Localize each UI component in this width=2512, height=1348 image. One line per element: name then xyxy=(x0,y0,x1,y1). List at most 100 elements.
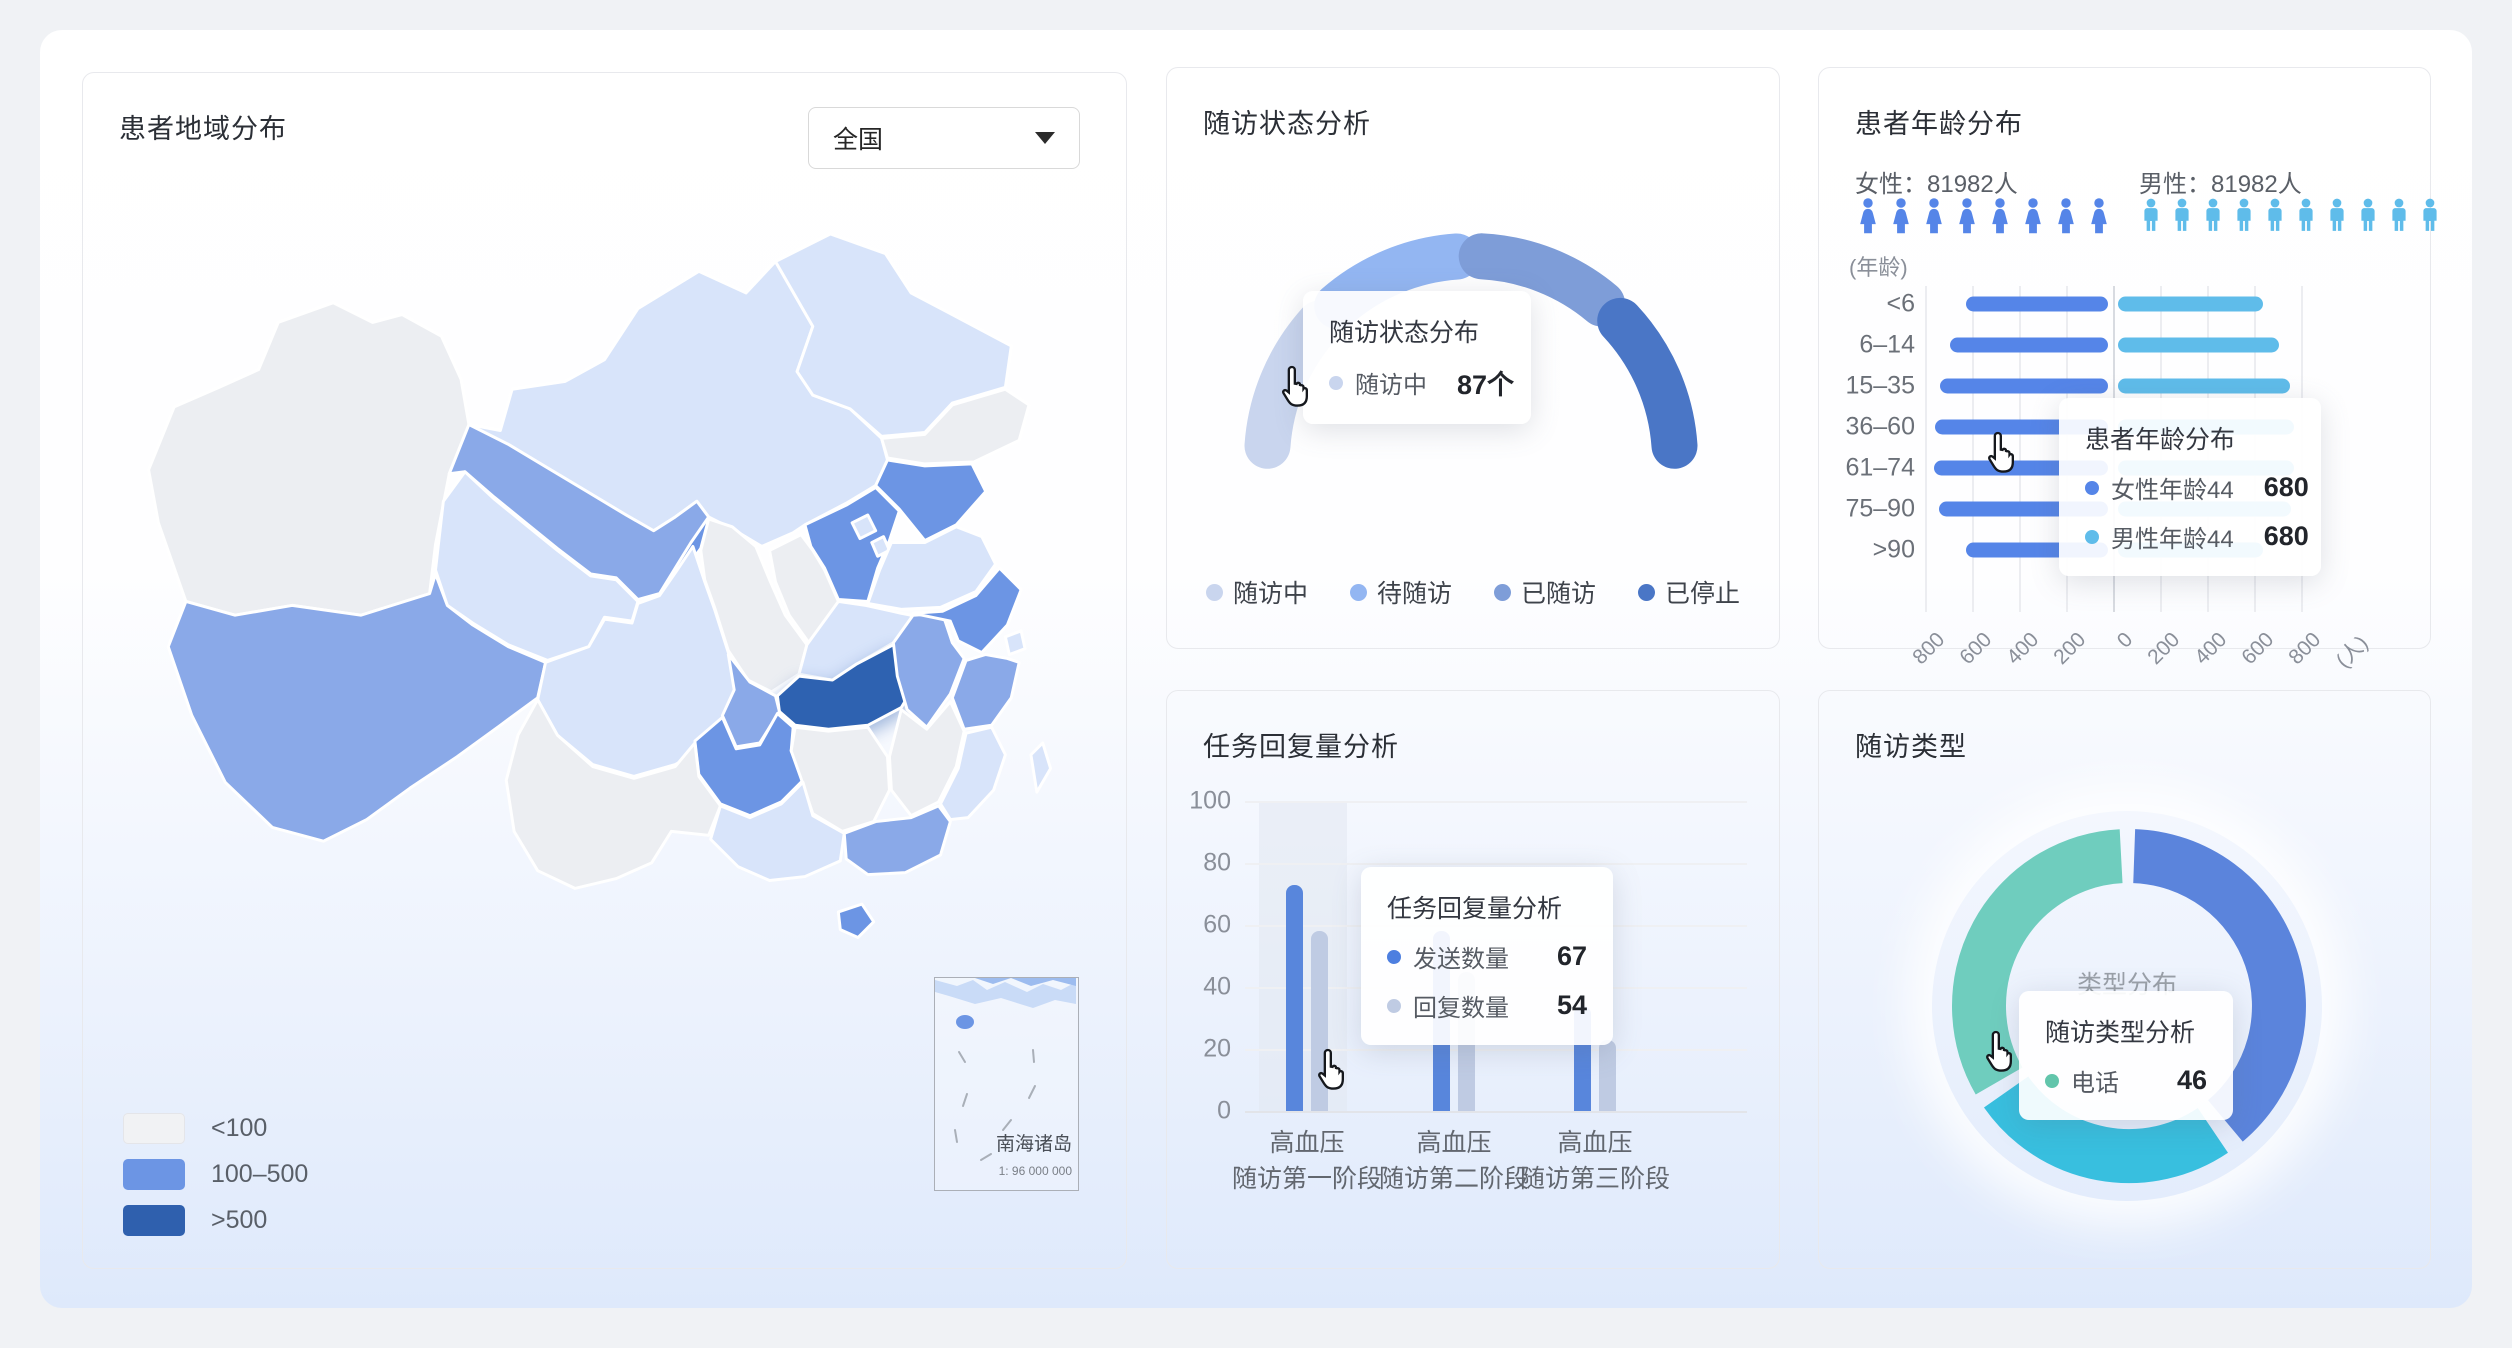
female-age-bar[interactable] xyxy=(1950,338,2108,353)
axis-tick-label: 100 xyxy=(1171,787,1231,816)
series-dot-icon xyxy=(2045,1074,2059,1088)
tooltip-row: 随访中87个 xyxy=(1329,363,1505,402)
inset-map xyxy=(935,978,1076,1188)
axis-tick-label: 0 xyxy=(2113,628,2138,653)
legend-swatch xyxy=(123,1113,185,1144)
male-person-icon xyxy=(2418,198,2442,232)
grid-line xyxy=(1245,801,1747,803)
region-select[interactable]: 全国 xyxy=(808,107,1080,169)
cursor-pointer-icon xyxy=(1275,364,1315,408)
legend-dot-icon xyxy=(1350,584,1367,601)
map-legend-item: 100–500 xyxy=(123,1151,308,1197)
grid-line xyxy=(1972,286,1974,612)
status-legend-item[interactable]: 随访中 xyxy=(1206,574,1308,610)
axis-tick-label: 200 xyxy=(2049,628,2091,670)
series-dot-icon xyxy=(1329,376,1343,390)
tooltip-series-value: 680 xyxy=(2264,521,2309,552)
tooltip-series-value: 680 xyxy=(2264,472,2309,503)
province-shape[interactable] xyxy=(149,303,469,615)
female-person-icon xyxy=(1921,198,1947,234)
status-tooltip: 随访状态分布随访中87个 xyxy=(1303,291,1531,424)
axis-tick-label: 400 xyxy=(2002,628,2044,670)
cursor-pointer-icon xyxy=(1979,1029,2019,1073)
axis-tick-label: 20 xyxy=(1171,1035,1231,1064)
male-count-label: 男性：81982人 xyxy=(2139,164,2302,199)
male-person-icon xyxy=(2263,198,2287,232)
province-shape[interactable] xyxy=(1031,743,1051,792)
tooltip-series-label: 电话 xyxy=(2071,1063,2119,1098)
series-dot-icon xyxy=(1387,950,1401,964)
cursor-pointer-icon xyxy=(1981,430,2021,474)
tooltip-title: 任务回复量分析 xyxy=(1387,889,1587,925)
age-axis-unit: (年龄) xyxy=(1849,250,1908,282)
legend-label: 随访中 xyxy=(1233,574,1308,610)
female-icons xyxy=(1855,198,2119,234)
female-person-icon xyxy=(2053,198,2079,234)
age-category-label: 6–14 xyxy=(1819,331,1915,360)
female-person-icon xyxy=(1888,198,1914,234)
tooltip-series-label: 随访中 xyxy=(1355,365,1427,400)
legend-dot-icon xyxy=(1206,584,1223,601)
series-dot-icon xyxy=(1387,999,1401,1013)
task-tooltip: 任务回复量分析发送数量67回复数量54 xyxy=(1361,867,1613,1045)
dashboard-panel: 患者地域分布 全国 xyxy=(40,30,2472,1308)
male-person-icon xyxy=(2325,198,2349,232)
male-person-icon xyxy=(2170,198,2194,232)
age-category-label: 75–90 xyxy=(1819,495,1915,524)
female-person-icon xyxy=(1855,198,1881,234)
sent-bar[interactable] xyxy=(1286,885,1303,1111)
tooltip-series-value: 54 xyxy=(1557,990,1587,1021)
male-person-icon xyxy=(2294,198,2318,232)
cursor-pointer-icon xyxy=(1311,1047,1351,1091)
legend-label: <100 xyxy=(211,1114,267,1143)
male-person-icon xyxy=(2232,198,2256,232)
age-category-label: 36–60 xyxy=(1819,413,1915,442)
status-legend-item[interactable]: 已随访 xyxy=(1494,574,1596,610)
followup-type-card: 随访类型 类型分布 随访类型分析电话46 xyxy=(1818,690,2431,1269)
male-person-icon xyxy=(2387,198,2411,232)
province-shape[interactable] xyxy=(838,904,873,937)
tooltip-series-label: 男性年龄44 xyxy=(2111,519,2234,554)
female-person-icon xyxy=(2020,198,2046,234)
gauge-segment[interactable] xyxy=(1620,321,1674,446)
tooltip-row: 女性年龄44680 xyxy=(2085,470,2295,505)
china-map[interactable] xyxy=(97,177,1112,1022)
axis-tick-label: 800 xyxy=(1908,628,1950,670)
grid-line xyxy=(1925,286,1927,612)
legend-dot-icon xyxy=(1638,584,1655,601)
male-age-bar[interactable] xyxy=(2118,338,2279,353)
male-person-icon xyxy=(2139,198,2163,232)
axis-tick-label: 400 xyxy=(2190,628,2232,670)
legend-dot-icon xyxy=(1494,584,1511,601)
axis-tick-label: 0 xyxy=(1171,1097,1231,1126)
series-dot-icon xyxy=(2085,481,2099,495)
tooltip-title: 随访类型分析 xyxy=(2045,1013,2207,1049)
tooltip-series-value: 67 xyxy=(1557,941,1587,972)
tooltip-row: 男性年龄44680 xyxy=(2085,519,2295,554)
grid-line xyxy=(1245,1111,1747,1113)
female-age-bar[interactable] xyxy=(1940,379,2108,394)
status-legend-item[interactable]: 待随访 xyxy=(1350,574,1452,610)
female-age-bar[interactable] xyxy=(1966,297,2108,312)
map-legend-item: <100 xyxy=(123,1105,308,1151)
age-category-label: <6 xyxy=(1819,290,1915,319)
status-legend: 随访中 待随访 已随访 已停止 xyxy=(1167,574,1779,610)
page-title: 患者地域分布 xyxy=(119,107,287,146)
province-shape[interactable] xyxy=(1005,631,1025,655)
legend-label: 100–500 xyxy=(211,1160,308,1189)
legend-label: 已停止 xyxy=(1665,574,1740,610)
task-card-title: 任务回复量分析 xyxy=(1203,725,1399,764)
tooltip-title: 患者年龄分布 xyxy=(2085,420,2295,456)
map-legend-item: >500 xyxy=(123,1197,308,1243)
male-age-bar[interactable] xyxy=(2118,379,2290,394)
age-category-label: >90 xyxy=(1819,536,1915,565)
series-dot-icon xyxy=(2085,530,2099,544)
reply-bar[interactable] xyxy=(1599,1040,1616,1111)
tooltip-row: 回复数量54 xyxy=(1387,988,1587,1023)
age-category-label: 61–74 xyxy=(1819,454,1915,483)
status-legend-item[interactable]: 已停止 xyxy=(1638,574,1740,610)
male-age-bar[interactable] xyxy=(2118,297,2263,312)
age-card-title: 患者年龄分布 xyxy=(1855,102,2023,141)
axis-tick-label: 600 xyxy=(2237,628,2279,670)
age-tooltip: 患者年龄分布女性年龄44680男性年龄44680 xyxy=(2059,398,2321,576)
